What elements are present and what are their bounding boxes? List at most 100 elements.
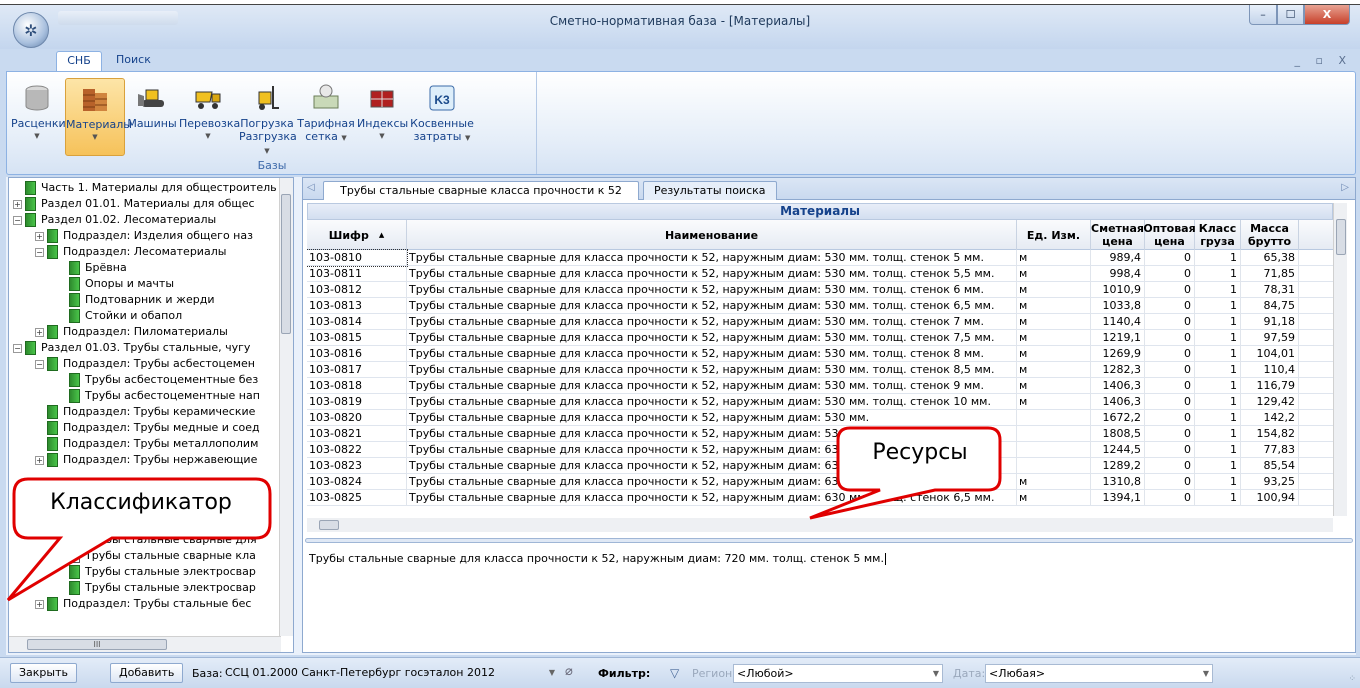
tree-node[interactable]: − Подраздел: Лесоматериалы bbox=[9, 244, 279, 260]
add-button[interactable]: Добавить bbox=[110, 663, 184, 683]
close-button[interactable]: Закрыть bbox=[10, 663, 77, 683]
table-row[interactable]: 103-0824 Трубы стальные сварные для класс… bbox=[307, 474, 1333, 490]
table-row[interactable]: 103-0820 Трубы стальные сварные для класс… bbox=[307, 410, 1333, 426]
table-row[interactable]: 103-0814 Трубы стальные сварные для класс… bbox=[307, 314, 1333, 330]
transport-button[interactable]: Перевозка ▼ bbox=[179, 78, 240, 156]
tree-horizontal-scroll-thumb[interactable]: III bbox=[27, 639, 167, 650]
table-row[interactable]: 103-0819 Трубы стальные сварные для класс… bbox=[307, 394, 1333, 410]
collapse-icon[interactable]: − bbox=[13, 344, 22, 353]
tree-node[interactable]: + Подраздел: Пиломатериалы bbox=[9, 324, 279, 340]
expand-icon[interactable]: + bbox=[35, 600, 44, 609]
table-row[interactable]: 103-0812 Трубы стальные сварные для класс… bbox=[307, 282, 1333, 298]
column-header-name[interactable]: Наименование bbox=[407, 220, 1017, 250]
table-row[interactable]: 103-0821 Трубы стальные сварные для класс… bbox=[307, 426, 1333, 442]
expand-icon[interactable]: + bbox=[35, 456, 44, 465]
table-cell: 1 bbox=[1195, 410, 1241, 426]
table-row[interactable]: 103-0818 Трубы стальные сварные для класс… bbox=[307, 378, 1333, 394]
filter-funnel-icon[interactable]: ▽ bbox=[670, 666, 679, 680]
tree-node[interactable]: + Раздел 01.01. Материалы для общес bbox=[9, 196, 279, 212]
grid-horizontal-scroll-thumb[interactable] bbox=[319, 520, 339, 530]
tariff-grid-button[interactable]: Тарифная сетка ▼ bbox=[297, 78, 355, 156]
collapse-icon[interactable]: − bbox=[35, 360, 44, 369]
expand-icon[interactable]: + bbox=[13, 200, 22, 209]
tree-node[interactable]: Трубы стальные сварные для bbox=[9, 532, 279, 548]
rates-button[interactable]: Расценки ▼ bbox=[11, 78, 66, 156]
tree-horizontal-scrollbar[interactable]: III bbox=[9, 636, 281, 652]
date-select[interactable]: <Любая> ▼ bbox=[985, 664, 1213, 683]
table-row[interactable]: 103-0811 Трубы стальные сварные для класс… bbox=[307, 266, 1333, 282]
table-row[interactable]: 103-0822 Трубы стальные сварные для класс… bbox=[307, 442, 1333, 458]
tab-pipes[interactable]: Трубы стальные сварные класса прочности … bbox=[323, 181, 639, 200]
column-header-gross-mass[interactable]: Масса брутто bbox=[1241, 220, 1299, 250]
tree-node[interactable]: Подтоварник и жерди bbox=[9, 292, 279, 308]
expand-icon[interactable]: + bbox=[35, 328, 44, 337]
tab-scroll-right-icon[interactable]: ▷ bbox=[1341, 182, 1349, 193]
paperclip-icon[interactable]: ⌀ bbox=[565, 664, 573, 679]
tree-node[interactable]: + Подраздел: Изделия общего наз bbox=[9, 228, 279, 244]
table-row[interactable]: 103-0823 Трубы стальные сварные для класс… bbox=[307, 458, 1333, 474]
grid-vertical-scroll-thumb[interactable] bbox=[1336, 219, 1346, 255]
table-row[interactable]: 103-0825 Трубы стальные сварные для класс… bbox=[307, 490, 1333, 506]
tree-node[interactable]: Часть 1. Материалы для общестроитель bbox=[9, 180, 279, 196]
tree-node[interactable]: Трубы стальные сварные кла bbox=[9, 548, 279, 564]
tab-search-results[interactable]: Результаты поиска bbox=[643, 181, 777, 200]
tree-node[interactable]: + Подраздел: Трубы стальные бес bbox=[9, 596, 279, 612]
tree-node[interactable]: Трубы асбестоцементные без bbox=[9, 372, 279, 388]
column-header-estimate-price[interactable]: Сметная цена bbox=[1091, 220, 1145, 250]
collapse-icon[interactable]: − bbox=[35, 248, 44, 257]
table-row[interactable]: 103-0815 Трубы стальные сварные для класс… bbox=[307, 330, 1333, 346]
tab-snb[interactable]: СНБ bbox=[56, 51, 102, 71]
machines-button[interactable]: Машины bbox=[127, 78, 177, 156]
book-icon bbox=[47, 357, 58, 371]
tree-node[interactable]: Подраздел: Трубы металлополим bbox=[9, 436, 279, 452]
column-header-wholesale-price[interactable]: Оптовая цена bbox=[1143, 220, 1196, 250]
tree-node[interactable]: Трубы стальные электросвар bbox=[9, 580, 279, 596]
panel-splitter[interactable] bbox=[305, 538, 1353, 543]
tree-node[interactable]: Подраздел: Трубы медные и соед bbox=[9, 420, 279, 436]
date-label: Дата: bbox=[953, 667, 986, 680]
description-text[interactable]: Трубы стальные сварные для класса прочно… bbox=[309, 552, 886, 565]
maximize-button[interactable]: ☐ bbox=[1277, 5, 1304, 25]
tree-node[interactable]: Стойки и обапол bbox=[9, 308, 279, 324]
grid-vertical-scrollbar[interactable] bbox=[1333, 203, 1347, 516]
table-row[interactable]: 103-0813 Трубы стальные сварные для класс… bbox=[307, 298, 1333, 314]
tree-node[interactable]: Трубы стальные электросвар bbox=[9, 564, 279, 580]
tab-search[interactable]: Поиск bbox=[106, 51, 161, 71]
column-header-cargo-class[interactable]: Класс груза bbox=[1195, 220, 1241, 250]
tree-node[interactable] bbox=[9, 516, 279, 532]
table-row[interactable]: 103-0810 Трубы стальные сварные для класс… bbox=[307, 249, 1333, 267]
region-select[interactable]: <Любой> ▼ bbox=[733, 664, 943, 683]
mdi-window-controls[interactable]: _ ▫ X bbox=[1295, 54, 1352, 67]
tree-node[interactable]: Трубы асбестоцементные нап bbox=[9, 388, 279, 404]
tree-node[interactable]: Брёвна bbox=[9, 260, 279, 276]
column-header-code[interactable]: Шифр ▲ bbox=[307, 220, 407, 250]
tree-vertical-scroll-thumb[interactable] bbox=[281, 194, 291, 334]
materials-button[interactable]: Материалы ▼ bbox=[65, 78, 132, 156]
table-row[interactable]: 103-0816 Трубы стальные сварные для класс… bbox=[307, 346, 1333, 362]
tree-node[interactable]: + Подраздел: Трубы нержавеющие bbox=[9, 452, 279, 468]
collapse-icon[interactable]: − bbox=[13, 216, 22, 225]
tree-node[interactable]: − Раздел 01.03. Трубы стальные, чугу bbox=[9, 340, 279, 356]
tab-scroll-left-icon[interactable]: ◁ bbox=[307, 182, 315, 193]
column-header-unit[interactable]: Ед. Изм. bbox=[1017, 220, 1091, 250]
tree-node[interactable]: − Раздел 01.02. Лесоматериалы bbox=[9, 212, 279, 228]
indirect-costs-button[interactable]: K3 Косвенные затраты ▼ bbox=[409, 78, 475, 156]
indexes-button[interactable]: Индексы ▼ bbox=[357, 78, 408, 156]
tree-node[interactable]: − Подраздел: Трубы асбестоцемен bbox=[9, 356, 279, 372]
tree-node[interactable] bbox=[9, 468, 279, 484]
loading-unloading-button[interactable]: Погрузка Разгрузка ▼ bbox=[239, 78, 297, 156]
minimize-button[interactable]: – bbox=[1249, 5, 1277, 25]
grid-horizontal-scrollbar[interactable] bbox=[307, 518, 1333, 532]
resize-grip-icon[interactable]: ⁘ bbox=[1348, 674, 1356, 684]
tree-node[interactable]: Опоры и мачты bbox=[9, 276, 279, 292]
chevron-down-icon: ▼ bbox=[34, 132, 40, 140]
table-cell: 65,38 bbox=[1241, 250, 1299, 266]
close-window-button[interactable]: X bbox=[1304, 5, 1350, 25]
tree-vertical-scrollbar[interactable] bbox=[279, 178, 293, 636]
table-cell: 0 bbox=[1145, 378, 1195, 394]
expand-icon[interactable]: + bbox=[35, 232, 44, 241]
base-select[interactable]: ССЦ 01.2000 Санкт-Петербург госэталон 20… bbox=[222, 664, 558, 683]
table-cell: м bbox=[1017, 362, 1091, 378]
table-row[interactable]: 103-0817 Трубы стальные сварные для класс… bbox=[307, 362, 1333, 378]
tree-node[interactable]: Подраздел: Трубы керамические bbox=[9, 404, 279, 420]
